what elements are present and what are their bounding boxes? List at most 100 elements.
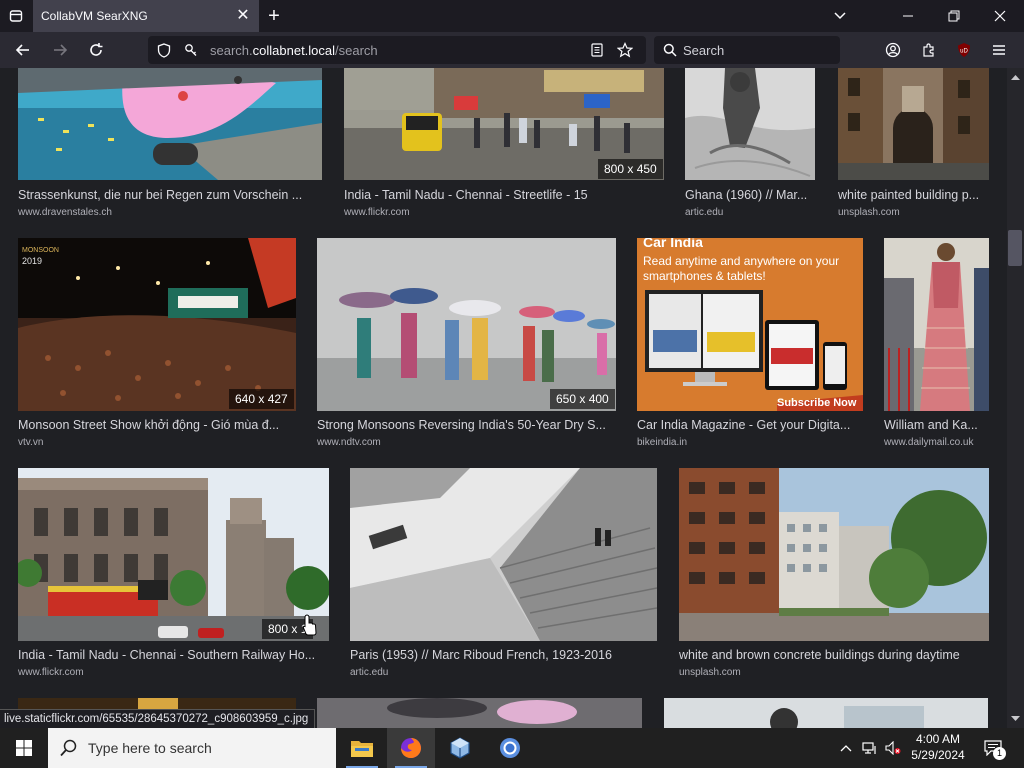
restore-icon <box>948 10 960 22</box>
result-thumbnail[interactable] <box>317 698 642 728</box>
minimize-icon <box>903 15 913 17</box>
result-thumbnail[interactable] <box>664 698 988 728</box>
account-button[interactable] <box>882 39 904 61</box>
result-thumbnail[interactable]: Car India Read anytime and anywhere on y… <box>637 238 863 411</box>
result-source: unsplash.com <box>679 667 741 678</box>
page-scrollbar[interactable] <box>1007 68 1024 728</box>
puzzle-icon <box>923 43 934 57</box>
reload-button[interactable] <box>85 39 107 61</box>
firefox-icon <box>401 738 421 758</box>
result-title[interactable]: William and Ka... <box>884 418 989 432</box>
taskbar-search-box[interactable]: Type here to search <box>48 728 336 768</box>
notification-center-button[interactable]: 1 <box>982 738 1006 760</box>
result-title[interactable]: Paris (1953) // Marc Riboud French, 1923… <box>350 648 657 662</box>
clock-date: 5/29/2024 <box>911 748 965 762</box>
tab-close-icon[interactable]: ✕ <box>233 6 253 26</box>
taskbar-file-explorer[interactable] <box>338 728 386 768</box>
result-title[interactable]: Strassenkunst, die nur bei Regen zum Vor… <box>18 188 322 202</box>
scrollbar-thumb[interactable] <box>1008 230 1022 266</box>
search-icon <box>60 739 77 757</box>
image-resolution-badge: 640 x 427 <box>229 389 294 409</box>
result-thumbnail[interactable] <box>350 468 657 641</box>
lock-icon[interactable] <box>182 42 200 58</box>
search-bar[interactable]: Search <box>654 36 840 64</box>
chevron-down-icon <box>834 12 846 20</box>
show-hidden-icons-button[interactable] <box>838 740 854 756</box>
image-result[interactable]: Strassenkunst, die nur bei Regen zum Vor… <box>18 68 323 218</box>
scroll-down-icon[interactable] <box>1007 712 1024 726</box>
image-result[interactable]: MONSOON 2019 640 x 427 Monsoon Street Sh… <box>18 238 297 448</box>
image-result[interactable]: 800 x 450 India - Tamil Nadu - Chennai -… <box>344 68 665 218</box>
tab-list-icon <box>9 10 23 22</box>
result-title[interactable]: Strong Monsoons Reversing India's 50-Yea… <box>317 418 616 432</box>
image-result[interactable]: white and brown concrete buildings durin… <box>679 468 990 678</box>
search-icon <box>662 42 678 58</box>
result-title[interactable]: Car India Magazine - Get your Digita... <box>637 418 863 432</box>
result-thumbnail[interactable] <box>18 68 322 180</box>
result-thumbnail[interactable] <box>18 468 329 641</box>
windows-logo-icon <box>16 740 32 756</box>
list-all-tabs-button[interactable] <box>830 6 850 26</box>
result-source: bikeindia.in <box>637 437 688 448</box>
scroll-up-icon[interactable] <box>1007 70 1024 84</box>
result-title[interactable]: India - Tamil Nadu - Chennai - Southern … <box>18 648 329 662</box>
image-result[interactable]: Ghana (1960) // Mar... artic.edu <box>685 68 816 218</box>
image-result[interactable]: Car India Read anytime and anywhere on y… <box>637 238 864 448</box>
image-result[interactable]: Paris (1953) // Marc Riboud French, 1923… <box>350 468 658 678</box>
result-thumbnail[interactable] <box>317 238 616 411</box>
result-thumbnail[interactable] <box>679 468 989 641</box>
result-source: www.dailymail.co.uk <box>884 437 974 448</box>
result-thumbnail[interactable] <box>884 238 989 411</box>
result-title[interactable]: white and brown concrete buildings durin… <box>679 648 989 662</box>
network-button[interactable] <box>861 740 879 756</box>
image-resolution-badge: 650 x 400 <box>550 389 615 409</box>
image-result[interactable]: white painted building p... unsplash.com <box>838 68 990 218</box>
tab-active[interactable]: CollabVM SearXNG ✕ <box>33 0 259 32</box>
restore-button[interactable] <box>944 6 964 26</box>
hamburger-menu-icon <box>993 45 1005 55</box>
image-result[interactable]: 650 x 400 Strong Monsoons Reversing Indi… <box>317 238 617 448</box>
taskbar-virtualbox[interactable] <box>436 728 484 768</box>
result-title[interactable]: Ghana (1960) // Mar... <box>685 188 815 202</box>
result-thumbnail[interactable]: MONSOON 2019 <box>18 238 296 411</box>
result-source: artic.edu <box>350 667 389 678</box>
arrow-left-icon <box>15 44 29 56</box>
taskbar-chrome[interactable] <box>486 728 534 768</box>
plus-icon: + <box>268 4 280 27</box>
taskbar-firefox[interactable] <box>387 728 435 768</box>
extensions-button[interactable] <box>918 39 940 61</box>
subscribe-now-label: Subscribe Now <box>777 397 857 409</box>
tab-list-button[interactable] <box>6 6 26 26</box>
minimize-button[interactable] <box>898 6 918 26</box>
reader-view-icon[interactable] <box>588 42 606 58</box>
result-title[interactable]: Monsoon Street Show khởi động - Gió mùa … <box>18 418 296 432</box>
close-window-button[interactable] <box>990 6 1010 26</box>
back-button[interactable] <box>12 39 34 61</box>
bookmark-star-icon[interactable] <box>616 41 634 59</box>
result-title[interactable]: India - Tamil Nadu - Chennai - Streetlif… <box>344 188 664 202</box>
tab-title: CollabVM SearXNG <box>41 9 148 23</box>
link-status-bar: live.staticflickr.com/65535/28645370272_… <box>0 709 316 730</box>
app-menu-button[interactable] <box>988 39 1010 61</box>
url-host: collabnet.local <box>252 43 336 58</box>
arrow-right-icon <box>54 44 68 56</box>
svg-text:2019: 2019 <box>22 256 42 266</box>
result-thumbnail[interactable] <box>685 68 815 180</box>
ublock-origin-button[interactable]: uD <box>953 39 975 61</box>
windows-taskbar: Type here to search 4:00 AM 5/29/2024 1 <box>0 728 1024 768</box>
account-icon <box>885 42 901 58</box>
url-bar[interactable]: search.collabnet.local/search <box>148 36 646 64</box>
result-thumbnail[interactable] <box>838 68 989 180</box>
folder-icon <box>351 741 373 757</box>
svg-text:uD: uD <box>960 49 968 55</box>
start-button[interactable] <box>0 728 48 768</box>
new-tab-button[interactable]: + <box>264 4 284 27</box>
image-result[interactable]: William and Ka... www.dailymail.co.uk <box>884 238 990 448</box>
forward-button[interactable] <box>49 39 71 61</box>
taskbar-clock[interactable]: 4:00 AM 5/29/2024 <box>900 731 976 763</box>
result-title[interactable]: white painted building p... <box>838 188 989 202</box>
result-source: artic.edu <box>685 207 724 218</box>
shield-icon[interactable] <box>156 42 172 58</box>
result-source: unsplash.com <box>838 207 900 218</box>
image-result[interactable]: 800 x 1 India - Tamil Nadu - Chennai - S… <box>18 468 330 678</box>
